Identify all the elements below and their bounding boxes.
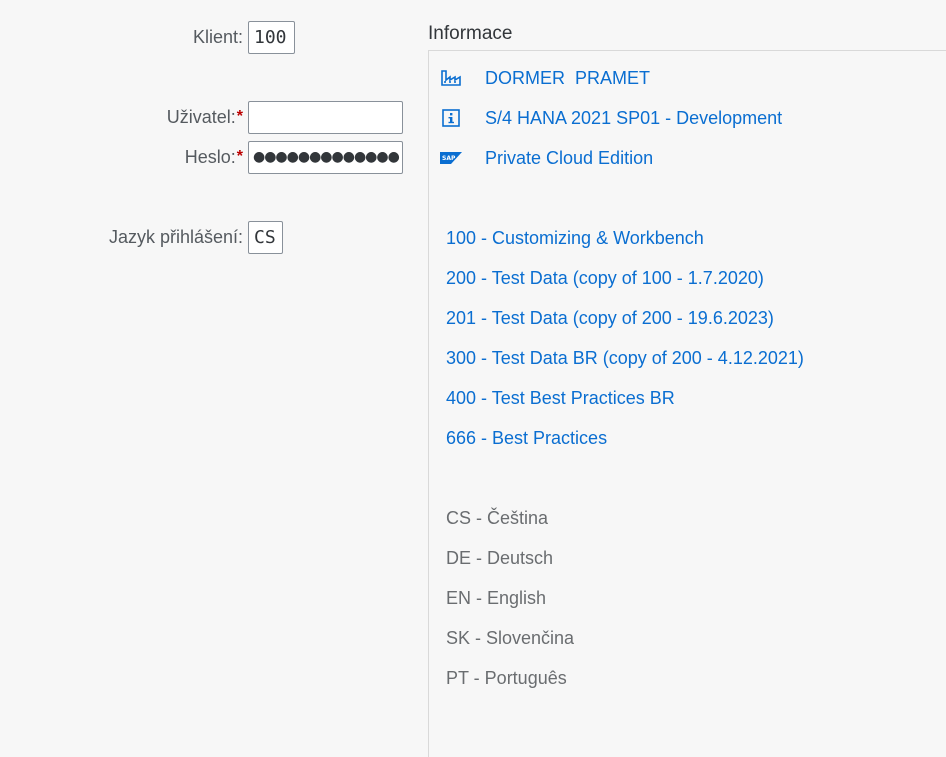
password-label-wrap: Heslo: * — [0, 140, 243, 174]
client-list-item[interactable]: 300 - Test Data BR (copy of 200 - 4.12.2… — [446, 343, 804, 373]
system-company-text: DORMER PRAMET — [485, 67, 651, 88]
user-label-wrap: Uživatel: * — [0, 100, 243, 134]
client-input[interactable]: 100 — [248, 20, 295, 54]
password-input[interactable]: ●●●●●●●●●●●●● — [248, 140, 403, 174]
password-label: Heslo: — [184, 146, 236, 167]
client-label-wrap: Klient: — [0, 20, 243, 54]
user-required-mark: * — [236, 108, 243, 125]
password-required-mark: * — [236, 148, 243, 165]
client-label: Klient: — [192, 26, 243, 47]
client-list-item[interactable]: 100 - Customizing & Workbench — [446, 223, 704, 253]
login-page: Klient: 100 Uživatel: * Heslo: * ●●●●●●●●●… — [0, 0, 946, 757]
system-release-text: S/4 HANA 2021 SP01 - Development — [485, 107, 783, 128]
language-list-item: EN - English — [446, 587, 547, 608]
password-row: Heslo: * ●●●●●●●●●●●●● — [0, 140, 403, 174]
info-icon — [440, 107, 462, 129]
svg-text:SAP: SAP — [442, 155, 456, 162]
client-list-item[interactable]: 200 - Test Data (copy of 100 - 1.7.2020) — [446, 263, 764, 293]
sap-logo-icon: SAP — [440, 147, 462, 169]
user-input[interactable] — [248, 100, 403, 134]
factory-icon — [440, 67, 462, 89]
user-label: Uživatel: — [166, 106, 236, 127]
language-list-item: DE - Deutsch — [446, 547, 554, 568]
language-list-item: CS - Čeština — [446, 507, 549, 528]
language-list-item: PT - Português — [446, 667, 567, 688]
language-input[interactable]: CS — [248, 220, 283, 254]
user-row: Uživatel: * — [0, 100, 403, 134]
language-label-wrap: Jazyk přihlášení: — [0, 220, 243, 254]
language-label: Jazyk přihlášení: — [108, 226, 243, 247]
info-title: Informace — [428, 23, 513, 44]
language-row: Jazyk přihlášení: CS — [0, 220, 283, 254]
client-row: Klient: 100 — [0, 20, 295, 54]
client-list-item[interactable]: 666 - Best Practices — [446, 423, 607, 453]
client-list-item[interactable]: 400 - Test Best Practices BR — [446, 383, 675, 413]
info-panel: DORMER PRAMET S/4 HANA 2021 SP01 - Devel… — [428, 50, 946, 757]
language-list-item: SK - Slovenčina — [446, 627, 575, 648]
system-edition-text: Private Cloud Edition — [485, 147, 654, 168]
client-list-item[interactable]: 201 - Test Data (copy of 200 - 19.6.2023… — [446, 303, 774, 333]
